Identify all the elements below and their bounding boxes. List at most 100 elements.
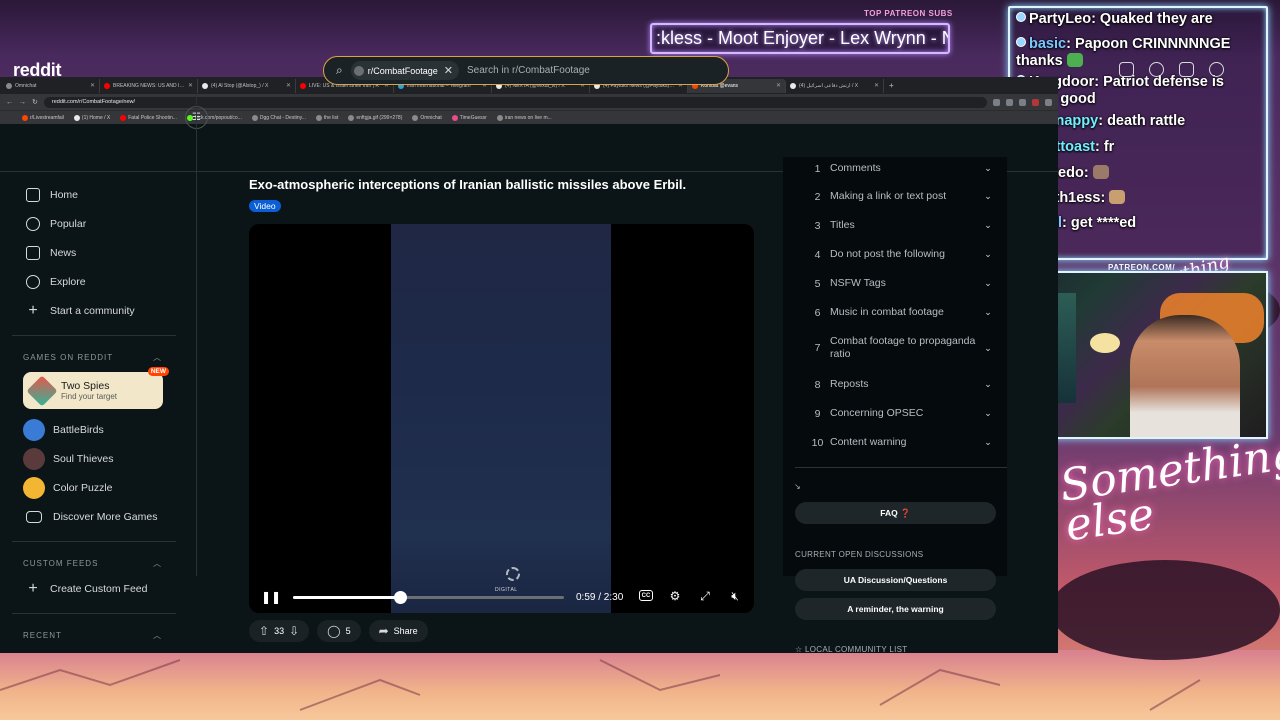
back-icon[interactable]: ←	[6, 99, 13, 106]
sidebar-item-game[interactable]: BattleBirds	[12, 415, 176, 444]
favicon-icon	[22, 114, 28, 121]
video-progress-bar[interactable]	[293, 596, 564, 599]
clear-chip-icon[interactable]: ✕	[444, 64, 453, 77]
favicon-icon	[6, 82, 12, 89]
captions-icon[interactable]: CC	[639, 590, 653, 601]
patreon-ticker: :kless - Moot Enjoyer - Lex Wrynn - Ni	[650, 23, 950, 54]
close-tab-icon[interactable]: ✕	[874, 82, 879, 89]
sidebar-item-game[interactable]: Soul Thieves	[12, 444, 176, 473]
post-flair[interactable]: Video	[249, 200, 281, 212]
forward-icon[interactable]: →	[19, 99, 26, 106]
chat-icon[interactable]	[1149, 62, 1164, 77]
extension-icon[interactable]	[1006, 98, 1013, 106]
favicon-icon	[315, 114, 322, 121]
bookmark[interactable]: Dgg Chat - Destiny...	[251, 114, 306, 121]
post-title[interactable]: Exo-atmospheric interceptions of Iranian…	[249, 177, 686, 192]
sidebar-divider	[196, 95, 197, 576]
close-tab-icon[interactable]: ✕	[776, 82, 781, 89]
profile-icon[interactable]	[1045, 98, 1052, 106]
sidebar-item-popular[interactable]: Popular	[12, 209, 176, 238]
favicon-icon	[73, 114, 80, 121]
streamer	[1130, 315, 1240, 437]
share-button[interactable]: ➦ Share	[368, 620, 428, 642]
subreddit-search-chip[interactable]: r/CombatFootage ✕	[350, 61, 459, 80]
reload-icon[interactable]: ↻	[32, 98, 38, 106]
bookmark[interactable]: the list	[315, 114, 338, 121]
create-custom-feed-button[interactable]: + Create Custom Feed	[12, 574, 176, 603]
sidebar-item-home[interactable]: Home	[12, 180, 176, 209]
header-actions	[1119, 62, 1224, 77]
video-time: 0:59 / 2:30	[576, 592, 624, 603]
bookmark[interactable]: (1) Home / X	[73, 114, 110, 121]
browser-tab[interactable]: BREAKING NEWS: US AND ISR ✕	[100, 78, 198, 93]
rule-item[interactable]: 7 Combat footage to propaganda ratio ⌄	[805, 335, 995, 361]
chevron-down-icon: ⌄	[984, 249, 992, 259]
extension-icon[interactable]	[993, 98, 1000, 106]
rule-item[interactable]: 4 Do not post the following ⌄	[805, 248, 995, 261]
recent-section-toggle[interactable]: RECENT ︿	[12, 624, 176, 646]
browser-tab[interactable]: (4) Al Stop (@Alstop_) / X ✕	[198, 78, 296, 93]
sidebar-item-explore[interactable]: Explore	[12, 267, 176, 296]
comments-button[interactable]: ◯ 5	[317, 620, 361, 642]
bookmark[interactable]: r/Livestreamfail	[22, 114, 64, 121]
plus-icon: +	[28, 301, 38, 319]
extension-icon[interactable]	[1032, 98, 1039, 106]
sidebar-item-game[interactable]: Color Puzzle	[12, 473, 176, 502]
bookmark[interactable]: enftgja.gif (299×278)	[348, 114, 402, 121]
close-tab-icon[interactable]: ✕	[90, 82, 95, 89]
video-frame	[391, 224, 611, 613]
browser-tab[interactable]: (4) ارتش دفاعی اسرائیل / X ✕	[786, 78, 884, 93]
rule-item[interactable]: 1 Comments ⌄	[805, 162, 995, 175]
rule-item[interactable]: 3 Titles ⌄	[805, 219, 995, 232]
bookmark[interactable]: TimeGuessr	[451, 114, 487, 121]
video-scrubber-handle[interactable]	[393, 591, 407, 604]
bookmark[interactable]: iran news on live m...	[496, 114, 552, 121]
close-tab-icon[interactable]: ✕	[188, 82, 193, 89]
close-tab-icon[interactable]: ✕	[286, 82, 291, 89]
advertise-icon[interactable]	[1119, 62, 1134, 77]
rule-item[interactable]: 5 NSFW Tags ⌄	[805, 277, 995, 290]
pause-icon[interactable]: ❚❚	[261, 590, 281, 604]
mute-icon[interactable]: 🔇︎	[728, 590, 742, 603]
extension-icon[interactable]	[1019, 98, 1026, 106]
rule-item[interactable]: 10 Content warning ⌄	[805, 436, 995, 449]
fullscreen-icon[interactable]: ⤢	[698, 590, 712, 603]
bookmark[interactable]: Fatal Police Shootin...	[120, 114, 177, 121]
video-progress-fill	[293, 596, 400, 599]
reddit-logo[interactable]: reddit	[13, 60, 62, 81]
home-icon	[26, 187, 40, 202]
sidebar-item-news[interactable]: News	[12, 238, 176, 267]
games-section-toggle[interactable]: GAMES ON REDDIT ︿	[12, 346, 176, 368]
local-community-heading: ☆ LOCAL COMMUNITY LIST	[795, 645, 908, 654]
frog-emote-icon	[1066, 53, 1083, 67]
search-input[interactable]: Search in r/CombatFootage	[467, 65, 590, 76]
chevron-up-icon: ︿	[153, 630, 162, 640]
discussion-link-button[interactable]: UA Discussion/Questions	[795, 569, 996, 591]
favicon-icon	[451, 114, 458, 121]
faq-button[interactable]: FAQ ❓	[795, 502, 996, 524]
upvote-icon[interactable]: ⇧	[259, 624, 269, 638]
rule-item[interactable]: 6 Music in combat footage ⌄	[805, 306, 995, 319]
new-tab-icon[interactable]: +	[884, 81, 899, 90]
featured-game-card[interactable]: Two Spies Find your target NEW	[23, 367, 169, 409]
bookmark[interactable]: Omnichat	[412, 114, 442, 121]
twitch-icon	[1016, 37, 1026, 47]
favicon-icon	[251, 114, 258, 121]
url-input[interactable]: reddit.com/r/CombatFootage/new/	[43, 96, 987, 108]
video-player[interactable]: DIGITAL ❚❚ 0:59 / 2:30 CC ⚙ ⤢ 🔇︎	[249, 224, 754, 613]
discussion-link-button[interactable]: A reminder, the warning	[795, 598, 996, 620]
create-post-icon[interactable]	[1179, 62, 1194, 77]
settings-gear-icon[interactable]: ⚙	[668, 590, 682, 603]
sidebar-item-discover-games[interactable]: Discover More Games	[12, 502, 176, 531]
rule-item[interactable]: 8 Reposts ⌄	[805, 378, 995, 391]
downvote-icon[interactable]: ⇩	[289, 624, 299, 638]
explore-icon	[26, 274, 40, 289]
rule-item[interactable]: 2 Making a link or text post ⌄	[805, 190, 995, 203]
sidebar-item-start-community[interactable]: + Start a community	[12, 296, 176, 325]
custom-feeds-section-toggle[interactable]: CUSTOM FEEDS ︿	[12, 552, 176, 574]
notifications-icon[interactable]	[1209, 62, 1224, 77]
favicon-icon	[300, 82, 306, 89]
chevron-up-icon: ︿	[153, 558, 162, 568]
rule-item[interactable]: 9 Concerning OPSEC ⌄	[805, 407, 995, 420]
search-bar[interactable]: ⌕ r/CombatFootage ✕ Search in r/CombatFoo…	[323, 56, 729, 85]
